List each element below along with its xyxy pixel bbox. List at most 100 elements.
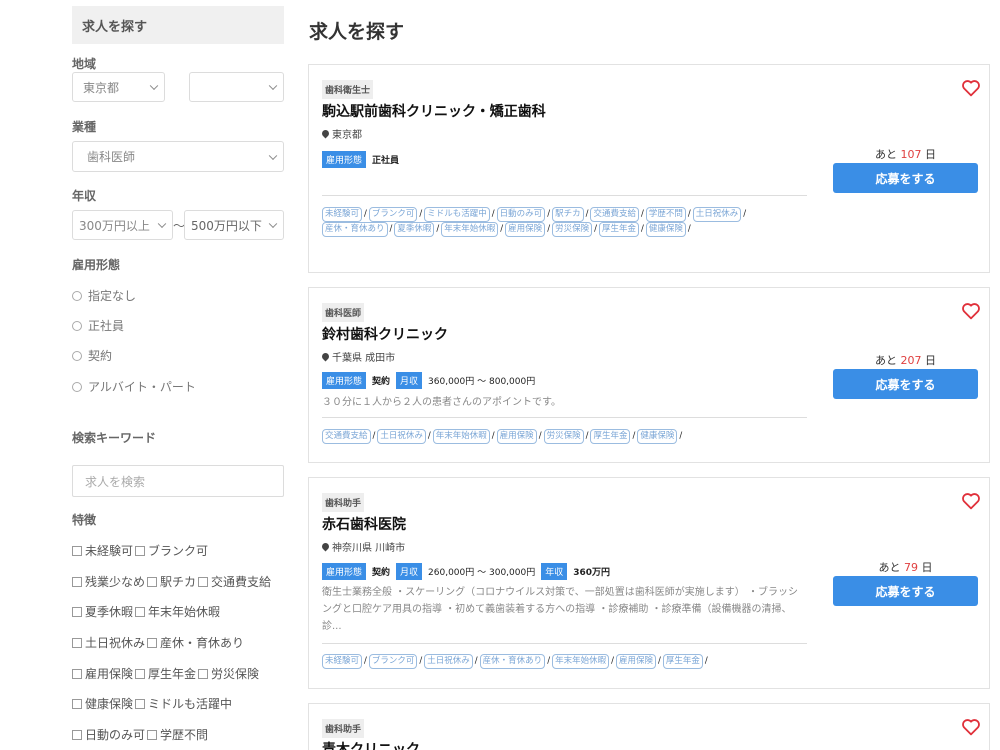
feature-tag[interactable]: 学歴不問 [645,207,686,222]
clinic-name[interactable]: 鈴村歯科クリニック [322,324,448,344]
days-left: あと 207 日 [833,352,978,368]
days-left-number: 107 [900,148,922,161]
employment-option[interactable]: 正社員 [72,317,124,334]
tag-separator: / [679,431,683,441]
location-pin-icon [320,128,331,139]
feature-checkbox[interactable]: ブランク可 [135,542,208,559]
monthly-salary-value: 360,000円 〜 800,000円 [428,377,536,387]
checkbox-icon [72,668,82,679]
clinic-name[interactable]: 青木クリニック [322,739,420,750]
tag-separator: / [687,209,691,219]
feature-checkbox[interactable]: 未経験可 [72,542,133,559]
feature-tag[interactable]: 雇用保険 [615,654,656,669]
feature-checkbox-label: 雇用保険 [85,667,134,681]
favorite-heart-icon[interactable] [961,492,981,510]
feature-tag[interactable]: 健康保険 [637,429,678,444]
feature-checkbox[interactable]: 健康保険 [72,695,133,712]
feature-tag[interactable]: 駅チカ [552,207,584,222]
feature-checkbox[interactable]: 産休・育休あり [147,634,244,651]
tag-separator: / [594,224,597,234]
feature-checkbox[interactable]: 土日祝休み [72,634,145,651]
location-pin-icon [320,541,331,552]
feature-tag[interactable]: 厚生年金 [598,222,639,237]
employment-option[interactable]: 契約 [72,347,112,364]
tag-separator: / [687,224,691,234]
feature-checkbox[interactable]: 夏季休暇 [72,603,133,620]
feature-tag[interactable]: 土日祝休み [424,654,473,669]
tag-separator: / [491,431,495,441]
feature-tag[interactable]: 厚生年金 [662,654,703,669]
checkbox-icon [135,668,146,679]
checkbox-icon [72,545,82,556]
feature-checkbox[interactable]: 駅チカ [147,573,196,590]
feature-tag[interactable]: 日動のみ可 [496,207,546,222]
feature-checkbox-label: 厚生年金 [148,667,197,681]
feature-checkbox[interactable]: 労災保険 [198,665,259,682]
feature-tag[interactable]: 年末年始休暇 [432,429,490,444]
feature-checkbox-row: 日動のみ可 学歴不問 [72,726,210,743]
feature-tag[interactable]: 産休・育休あり [479,654,546,669]
clinic-name[interactable]: 駒込駅前歯科クリニック・矯正歯科 [322,101,546,121]
feature-tag[interactable]: 産休・育休あり [322,222,388,237]
feature-tag[interactable]: ブランク可 [368,654,418,669]
feature-checkbox[interactable]: ミドルも活躍中 [135,695,232,712]
feature-tag[interactable]: 厚生年金 [590,429,631,444]
region-sub-select[interactable] [189,72,284,102]
employment-option[interactable]: 指定なし [72,287,136,304]
feature-tag[interactable]: 雇用保険 [505,222,546,237]
feature-checkbox-label: 土日祝休み [85,636,146,650]
favorite-heart-icon[interactable] [961,302,981,320]
feature-tag[interactable]: 交通費支給 [322,429,371,444]
feature-tag[interactable]: 労災保険 [552,222,593,237]
feature-tag[interactable]: ブランク可 [368,207,418,222]
category-badge: 歯科衛生士 [322,80,374,99]
feature-checkbox[interactable]: 日動のみ可 [72,726,145,743]
feature-checkbox-row: 残業少なめ 駅チカ 交通費支給 [72,573,273,590]
salary-min-select[interactable]: 300万円以上 [72,210,173,240]
days-left-suffix: 日 [925,354,936,367]
apply-button[interactable]: 応募をする [833,576,978,606]
feature-tag[interactable]: 年末年始休暇 [552,654,610,669]
location: 千葉県 成田市 [320,349,395,364]
feature-tag[interactable]: 土日祝休み [692,207,742,222]
monthly-salary-tag: 月収 [396,563,423,580]
feature-tag[interactable]: 年末年始休暇 [441,222,499,237]
feature-tag[interactable]: 労災保険 [543,429,584,444]
chevron-down-icon [268,81,278,91]
favorite-heart-icon[interactable] [961,79,981,97]
feature-checkbox[interactable]: 雇用保険 [72,665,133,682]
apply-button[interactable]: 応募をする [833,369,978,399]
clinic-name[interactable]: 赤石歯科医院 [322,514,406,534]
keyword-search-input[interactable]: 求人を検索 [72,465,284,497]
tag-separator: / [585,431,589,441]
job-type-select[interactable]: 歯科医師 [72,141,284,172]
location-text: 東京都 [332,130,362,141]
employment-tag: 雇用形態 [322,151,367,168]
radio-icon [72,290,82,301]
feature-checkbox[interactable]: 残業少なめ [72,573,145,590]
feature-checkbox[interactable]: 厚生年金 [135,665,196,682]
feature-tag[interactable]: ミドルも活躍中 [424,207,490,222]
employment-value: 契約 [372,568,391,578]
salary-max-value: 500万円以下 [191,218,262,233]
feature-tag[interactable]: 未経験可 [322,654,363,669]
region-select[interactable]: 東京都 [72,72,165,102]
feature-tag[interactable]: 交通費支給 [590,207,639,222]
feature-checkbox[interactable]: 年末年始休暇 [135,603,220,620]
feature-tag[interactable]: 未経験可 [322,207,363,222]
favorite-heart-icon[interactable] [961,718,981,736]
feature-tag[interactable]: 土日祝休み [377,429,426,444]
feature-checkbox[interactable]: 交通費支給 [198,573,271,590]
job-card: 歯科助手 赤石歯科医院 神奈川県 川崎市 雇用形態 契約 月収 260,000円… [308,477,990,689]
feature-tag[interactable]: 夏季休暇 [394,222,435,237]
feature-tag[interactable]: 健康保険 [645,222,686,237]
employment-option[interactable]: アルバイト・パート [72,378,196,395]
checkbox-icon [147,576,158,587]
feature-tag[interactable]: 雇用保険 [496,429,537,444]
checkbox-icon [198,668,209,679]
tag-separator: / [500,224,504,234]
days-left-prefix: あと [878,561,901,574]
salary-max-select[interactable]: 500万円以下 [184,210,284,240]
apply-button[interactable]: 応募をする [833,163,978,193]
feature-checkbox[interactable]: 学歴不問 [147,726,208,743]
